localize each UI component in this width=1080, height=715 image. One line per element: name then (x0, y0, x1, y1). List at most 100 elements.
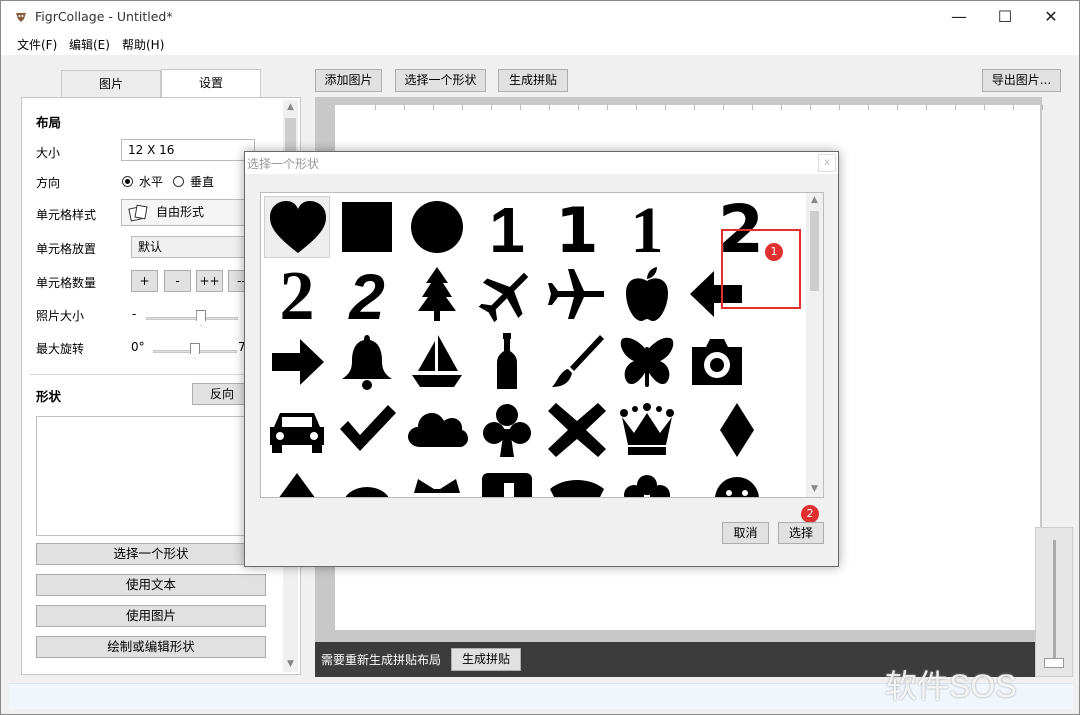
partial-shape-icon[interactable] (544, 469, 610, 497)
digit-two-italic-icon[interactable]: 2 (334, 263, 400, 325)
size-select[interactable]: 12 X 16 (121, 139, 255, 161)
cell-count-remove-button[interactable]: - (164, 270, 191, 292)
ruler-tick (549, 105, 550, 110)
zoom-panel (1035, 527, 1073, 677)
generate-collage-button[interactable]: 生成拼贴 (498, 69, 568, 92)
draw-edit-shape-button[interactable]: 绘制或编辑形状 (36, 636, 266, 658)
cell-count-add-many-button[interactable]: ++ (196, 270, 223, 292)
cell-count-add-button[interactable]: + (131, 270, 158, 292)
grid-scroll-thumb[interactable] (810, 211, 819, 291)
digit-one-bold-icon[interactable]: 1 (474, 196, 540, 258)
photo-size-min-label: - (132, 307, 137, 321)
dialog-close-button[interactable]: x (818, 154, 836, 172)
ruler-tick (491, 105, 492, 110)
sailboat-icon[interactable] (404, 331, 470, 393)
crown-icon[interactable] (614, 399, 680, 461)
orientation-vertical-label: 垂直 (190, 175, 215, 189)
partial-shape-icon[interactable] (334, 469, 400, 497)
ruler-tick (868, 105, 869, 110)
digit-one-sans-icon[interactable]: 1 (544, 196, 610, 258)
ruler-tick (897, 105, 898, 110)
diamond-icon[interactable] (704, 399, 770, 461)
orientation-horizontal-radio[interactable] (122, 176, 133, 187)
bell-icon[interactable] (334, 331, 400, 393)
grid-scroll-up-icon[interactable]: ▲ (807, 193, 822, 208)
menu-file[interactable]: 文件(F) (17, 36, 57, 53)
cell-style-label: 单元格样式 (36, 208, 97, 222)
photo-size-track (146, 317, 238, 320)
club-icon[interactable] (474, 399, 540, 461)
use-image-button[interactable]: 使用图片 (36, 605, 266, 627)
svg-text:1: 1 (631, 196, 664, 258)
app-logo-icon (16, 13, 26, 22)
ruler-tick (607, 105, 608, 110)
ruler-tick (578, 105, 579, 110)
tab-settings[interactable]: 设置 (161, 69, 261, 98)
arrow-right-icon[interactable] (264, 331, 330, 393)
apple-icon[interactable] (614, 263, 680, 325)
airplane-tilted-icon[interactable] (474, 263, 540, 325)
ruler-tick (636, 105, 637, 110)
square-icon[interactable] (334, 196, 400, 258)
menu-edit[interactable]: 编辑(E) (69, 36, 110, 53)
highlight-frame (721, 229, 801, 309)
scroll-down-icon[interactable]: ▼ (283, 657, 298, 672)
circle-icon[interactable] (404, 196, 470, 258)
checkmark-icon[interactable] (334, 399, 400, 461)
ruler-tick (520, 105, 521, 110)
pine-tree-icon[interactable] (404, 263, 470, 325)
photo-size-slider[interactable] (196, 310, 207, 326)
face-icon[interactable] (704, 469, 770, 497)
close-button[interactable]: ✕ (1028, 1, 1074, 33)
tab-images[interactable]: 图片 (61, 70, 161, 98)
ruler-tick (781, 105, 782, 110)
add-images-button[interactable]: 添加图片 (315, 69, 382, 92)
cloud-icon[interactable] (404, 399, 470, 461)
orientation-horizontal-label: 水平 (139, 175, 164, 189)
heart-icon[interactable] (264, 196, 330, 258)
max-rotation-label: 最大旋转 (36, 342, 85, 356)
select-shape-toolbar-button[interactable]: 选择一个形状 (395, 69, 486, 92)
shape-grid-scrollbar[interactable]: ▲ ▼ (806, 193, 823, 497)
select-shape-button[interactable]: 选择一个形状 (36, 543, 266, 565)
shape-section-title: 形状 (36, 389, 62, 404)
grid-scroll-down-icon[interactable]: ▼ (807, 482, 822, 497)
butterfly-icon[interactable] (614, 331, 680, 393)
ruler-tick (839, 105, 840, 110)
layout-section-title: 布局 (36, 115, 62, 130)
ruler-tick (1013, 105, 1014, 110)
facebook-icon[interactable] (474, 469, 540, 497)
camera-icon[interactable] (684, 331, 750, 393)
max-rotation-slider[interactable] (190, 343, 200, 359)
partial-shape-icon[interactable] (404, 469, 470, 497)
cell-placement-select[interactable]: 默认 (131, 236, 261, 258)
scroll-up-icon[interactable]: ▲ (283, 100, 298, 115)
paintbrush-icon[interactable] (544, 331, 610, 393)
cell-placement-label: 单元格放置 (36, 242, 97, 256)
export-images-button[interactable]: 导出图片... (982, 69, 1061, 92)
svg-text:1: 1 (555, 196, 598, 258)
digit-two-serif-icon[interactable]: 2 (264, 263, 330, 325)
cell-style-select[interactable]: 自由形式 (121, 199, 261, 226)
flower-icon[interactable] (614, 469, 680, 497)
menu-help[interactable]: 帮助(H) (122, 36, 164, 53)
zoom-slider[interactable] (1044, 658, 1064, 668)
spade-icon[interactable] (264, 469, 330, 497)
ruler-tick (404, 105, 405, 110)
bottle-icon[interactable] (474, 331, 540, 393)
car-icon[interactable] (264, 399, 330, 461)
maximize-button[interactable]: ☐ (982, 1, 1028, 33)
ruler-tick (723, 105, 724, 110)
minimize-button[interactable]: — (936, 1, 982, 33)
status-generate-button[interactable]: 生成拼贴 (451, 648, 521, 671)
cross-icon[interactable] (544, 399, 610, 461)
ruler-tick (665, 105, 666, 110)
size-label: 大小 (36, 146, 61, 160)
dialog-select-button[interactable]: 选择 (778, 522, 824, 544)
orientation-vertical-radio[interactable] (173, 176, 184, 187)
use-text-button[interactable]: 使用文本 (36, 574, 266, 596)
airplane-icon[interactable] (544, 263, 610, 325)
invert-button[interactable]: 反向 (192, 383, 252, 405)
dialog-cancel-button[interactable]: 取消 (722, 522, 769, 544)
digit-one-serif-icon[interactable]: 1 (614, 196, 680, 258)
